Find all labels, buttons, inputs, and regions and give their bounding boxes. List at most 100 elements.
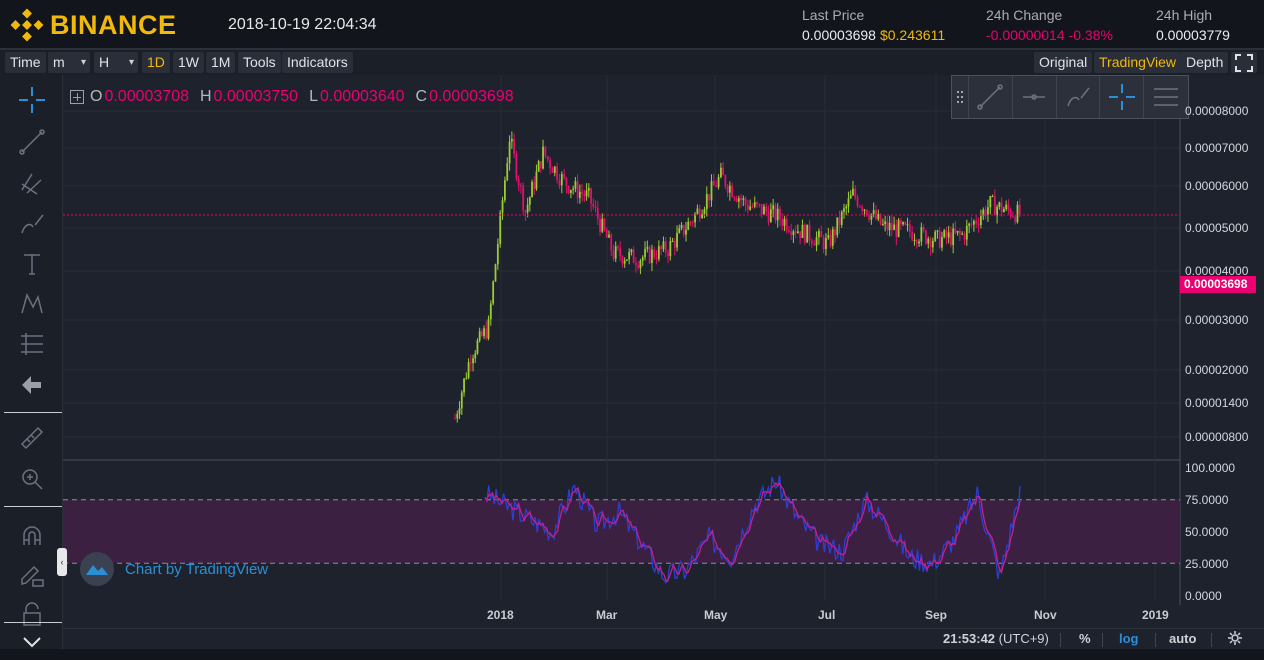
price-axis-label: 0.00006000 <box>1185 179 1249 193</box>
back-tool[interactable] <box>17 370 47 400</box>
rsi-axis-label: 50.0000 <box>1185 525 1229 539</box>
measure-range-tool[interactable] <box>17 329 47 359</box>
current-price-tag: 0.00003698 <box>1180 276 1256 293</box>
floating-drawing-toolbar <box>951 75 1189 119</box>
chart-area[interactable] <box>63 75 1264 628</box>
indicators-button[interactable]: Indicators <box>282 52 353 73</box>
high-label: H <box>199 88 212 105</box>
time-axis-label: May <box>704 608 728 622</box>
percent-scale-toggle[interactable]: % <box>1079 631 1091 646</box>
binance-logo-icon <box>10 8 44 42</box>
chart-settings-button[interactable] <box>1228 631 1242 648</box>
watermark-text: Chart by TradingView <box>125 560 269 578</box>
rsi-axis-label: 0.0000 <box>1185 589 1222 603</box>
depth-view-button[interactable]: Depth <box>1181 52 1229 73</box>
change-24h-percent: -0.38% <box>1068 27 1113 43</box>
header-datetime: 2018-10-19 22:04:34 <box>228 16 377 33</box>
price-axis-label: 0.00002000 <box>1185 363 1249 377</box>
bottom-bar-divider <box>1060 633 1061 647</box>
last-price-stat: Last Price 0.00003698 $0.243611 <box>802 7 945 43</box>
chart-bottom-bar: 21:53:42 (UTC+9) % log auto <box>63 628 1264 649</box>
crosshair-tool[interactable] <box>17 85 47 115</box>
high-value: 0.00003750 <box>213 88 299 105</box>
draw-range-button[interactable] <box>1144 76 1188 118</box>
auto-scale-toggle[interactable]: auto <box>1169 631 1196 646</box>
log-scale-toggle[interactable]: log <box>1119 631 1139 646</box>
brush-icon <box>1067 87 1090 107</box>
draw-trend-line-button[interactable] <box>969 76 1013 118</box>
pattern-tool[interactable] <box>17 289 47 319</box>
lock-icon <box>23 602 41 626</box>
minute-select[interactable]: m <box>48 52 90 73</box>
fullscreen-icon <box>1235 54 1253 72</box>
lock-tool[interactable] <box>17 599 47 629</box>
close-value: 0.00003698 <box>429 88 514 105</box>
interval-1w-button[interactable]: 1W <box>173 52 204 73</box>
clock-time: 21:53:42 <box>943 631 996 646</box>
crosshair-icon <box>19 87 45 113</box>
time-axis-label: Nov <box>1034 608 1057 622</box>
close-label: C <box>415 88 428 105</box>
ohlc-legend: O 0.00003708 H 0.00003750 L 0.00003640 C 0.0… <box>70 88 525 106</box>
collapse-sidebar-button[interactable]: ‹ <box>57 548 67 576</box>
pitchfork-tool[interactable] <box>17 168 47 198</box>
trend-line-icon <box>977 84 1004 110</box>
zoom-icon <box>22 469 43 490</box>
footer-strip <box>0 649 1264 660</box>
tools-divider <box>4 622 62 623</box>
hour-select[interactable]: H <box>94 52 138 73</box>
original-view-button[interactable]: Original <box>1034 52 1093 73</box>
draw-brush-button[interactable] <box>1057 76 1101 118</box>
gear-icon <box>1228 631 1242 645</box>
drawing-tools-sidebar <box>0 75 63 660</box>
brush-tool[interactable] <box>17 209 47 239</box>
drag-handle-icon[interactable] <box>952 76 969 118</box>
price-axis-label: 0.00001400 <box>1185 396 1249 410</box>
draw-horizontal-line-button[interactable] <box>1013 76 1057 118</box>
interval-1m-button[interactable]: 1M <box>206 52 236 73</box>
rsi-axis-label: 75.0000 <box>1185 493 1229 507</box>
arrow-left-icon <box>22 376 41 394</box>
time-axis-label: Jul <box>818 608 836 622</box>
pencil-lock-icon <box>21 565 44 587</box>
binance-logo[interactable]: BINANCE <box>10 8 177 42</box>
trend-line-icon <box>19 129 45 155</box>
crosshair-icon <box>1108 84 1135 110</box>
horizontal-line-icon <box>1023 94 1046 100</box>
ruler-tool[interactable] <box>17 423 47 453</box>
fullscreen-button[interactable] <box>1231 52 1257 73</box>
tradingview-watermark[interactable]: Chart by TradingView <box>80 552 268 586</box>
low-label: L <box>309 88 318 105</box>
time-axis-label: 2018 <box>487 608 514 622</box>
lock-drawings-tool[interactable] <box>17 560 47 590</box>
last-price-usd: $0.243611 <box>879 27 946 43</box>
change-24h-value-row: -0.00000014 -0.38% <box>986 27 1113 43</box>
change-24h-value: -0.00000014 <box>986 27 1065 43</box>
time-button[interactable]: Time <box>5 52 46 73</box>
high-24h-value: 0.00003779 <box>1156 27 1230 43</box>
price-axis-label: 0.00005000 <box>1185 221 1249 235</box>
change-24h-stat: 24h Change -0.00000014 -0.38% <box>986 7 1113 43</box>
last-price-value: 0.00003698 <box>802 27 876 43</box>
price-axis-label: 0.00003000 <box>1185 313 1249 327</box>
magnet-tool[interactable] <box>17 521 47 551</box>
range-icon <box>21 333 43 355</box>
last-price-value-row: 0.00003698 $0.243611 <box>802 27 945 43</box>
magnet-icon <box>23 526 41 545</box>
draw-crosshair-button[interactable] <box>1100 76 1145 118</box>
price-axis-label: 0.00000800 <box>1185 430 1249 444</box>
trend-line-tool[interactable] <box>17 127 47 157</box>
tradingview-logo-icon <box>80 552 114 586</box>
open-label: O <box>90 88 103 105</box>
zoom-tool[interactable] <box>17 464 47 494</box>
last-price-label: Last Price <box>802 7 865 23</box>
expand-legend-icon[interactable] <box>70 90 84 104</box>
rsi-axis-label: 100.0000 <box>1185 461 1236 475</box>
header-bar: BINANCE 2018-10-19 22:04:34 Last Price 0… <box>0 0 1264 48</box>
rsi-axis-label: 25.0000 <box>1185 557 1229 571</box>
text-tool[interactable] <box>17 249 47 279</box>
tradingview-view-button[interactable]: TradingView <box>1094 52 1182 73</box>
interval-1d-button[interactable]: 1D <box>142 52 170 73</box>
brush-icon <box>21 214 44 234</box>
tools-button[interactable]: Tools <box>238 52 281 73</box>
